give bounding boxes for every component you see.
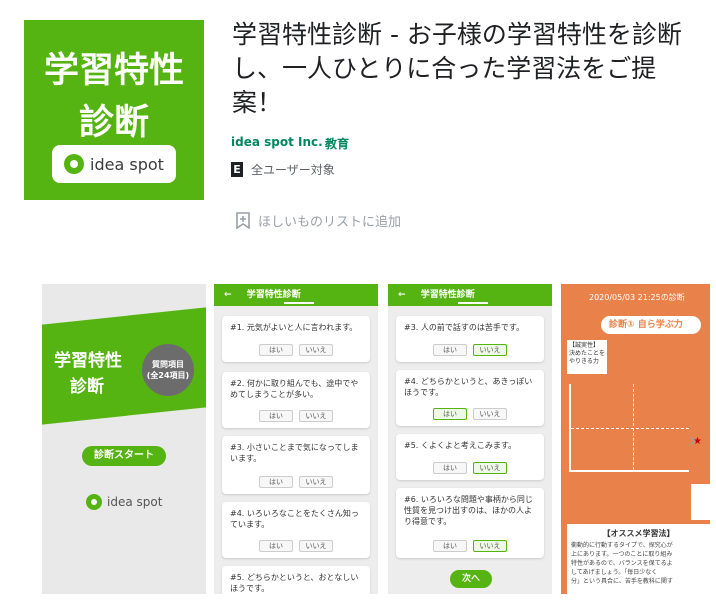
chevron-right-icon[interactable]: ›: [689, 428, 697, 452]
answer-yes: はい: [433, 540, 467, 552]
question-card: #1. 元気がよいと人に言われます。 はい いいえ: [222, 316, 370, 362]
recommended-study-title: 【オススメ学習法】: [602, 529, 675, 538]
question-text: #3. 人の前で話すのは苦手です。: [404, 323, 525, 332]
app-title: 学習特性診断 - お子様の学習特性を診断し、一人ひとりに合った学習法をご提案！: [232, 20, 682, 117]
diagnosis-date: 2020/05/03 21:25の診断: [589, 293, 685, 302]
screen-header: ← 学習特性診断: [214, 284, 378, 306]
question-card: #3. 人の前で話すのは苦手です。 はい いいえ: [396, 316, 544, 362]
answer-yes: はい: [433, 344, 467, 356]
screenshot-4[interactable]: 2020/05/03 21:25の診断 診断① 自ら学ぶ力 【誠実性】 決めたこ…: [561, 284, 710, 594]
answer-no: いいえ: [299, 540, 333, 552]
question-text: #6. いろいろな問題や事柄から同じ性質を見つけ出すのは、ほかの人より得意です。: [404, 495, 533, 526]
app-icon-title-line2: 診断: [78, 103, 149, 143]
app-icon-brand-text: idea spot: [90, 154, 164, 174]
question-card: #4. いろいろなことをたくさん知っています。 はい いいえ: [222, 502, 370, 558]
answer-no: いいえ: [473, 408, 507, 420]
idea-spot-logo-icon: [86, 494, 102, 510]
axis-label-box: 【誠実性】 決めたことを やりきる力: [567, 340, 607, 374]
question-text: #2. 何かに取り組んでも、途中でやめてしまうことが多い。: [230, 379, 359, 399]
question-card: #5. くよくよと考えこみます。 はい いいえ: [396, 434, 544, 480]
result-chart-guide-horizontal: [571, 428, 689, 429]
app-listing-page: 学習特性 診断 idea spot 学習特性診断 - お子様の学習特性を診断し、…: [0, 0, 716, 615]
next-button: 次へ: [450, 570, 492, 588]
idea-spot-logo-icon: [64, 154, 85, 174]
screenshot-2[interactable]: ← 学習特性診断 #1. 元気がよいと人に言われます。 はい いいえ #2. 何か…: [214, 284, 378, 594]
answer-yes: はい: [259, 410, 293, 422]
question-text: #4. どちらかというと、あきっぽいほうです。: [404, 377, 533, 397]
add-to-wishlist-label: ほしいものリストに追加: [258, 215, 402, 230]
answer-no: いいえ: [299, 410, 333, 422]
question-card: #2. 何かに取り組んでも、途中でやめてしまうことが多い。 はい いいえ: [222, 372, 370, 428]
question-text: #5. どちらかというと、おとなしいほうです。: [230, 573, 359, 593]
content-rating-badge-icon: E: [231, 162, 243, 177]
result-chart-guide-vertical: [633, 384, 634, 470]
question-text: #1. 元気がよいと人に言われます。: [230, 323, 358, 332]
question-count-line2: (全24項目): [146, 371, 190, 380]
diagnosis-section-pill: 診断① 自ら学ぶ力: [601, 316, 701, 334]
content-rating: E 全ユーザー対象: [231, 161, 335, 178]
question-card: #4. どちらかというと、あきっぽいほうです。 はい いいえ: [396, 370, 544, 426]
screenshot-3[interactable]: ← 学習特性診断 #3. 人の前で話すのは苦手です。 はい いいえ #4. どちら…: [388, 284, 552, 594]
developer-link[interactable]: idea spot Inc.: [231, 135, 323, 149]
question-count-line1: 質問項目: [152, 360, 184, 369]
screenshot-gallery: 学習特性 診断 質問項目 (全24項目) 診断スタート idea spot ← …: [42, 284, 710, 594]
answer-no: いいえ: [473, 344, 507, 356]
app-icon-brand-logo: idea spot: [52, 145, 176, 183]
question-text: #3. 小さいことまで気になってしまいます。: [230, 443, 359, 463]
add-to-wishlist-button[interactable]: ほしいものリストに追加: [236, 211, 401, 230]
recommended-study-text: 衝動的に行動するタイプで、探究心が 上にあります。一つのことに取り組み 特性があ…: [571, 542, 673, 585]
answer-yes: はい: [433, 462, 467, 474]
screenshot-title-line2: 診断: [70, 377, 104, 397]
question-text: #4. いろいろなことをたくさん知っています。: [230, 509, 359, 529]
screenshot-brand-logo: idea spot: [86, 494, 162, 510]
app-icon: 学習特性 診断 idea spot: [24, 20, 204, 200]
answer-yes: はい: [259, 476, 293, 488]
answer-no: いいえ: [299, 344, 333, 356]
app-icon-title-line1: 学習特性: [43, 51, 184, 91]
answer-yes: はい: [259, 344, 293, 356]
answer-no: いいえ: [473, 462, 507, 474]
recommended-study-card: 【オススメ学習法】 衝動的に行動するタイプで、探究心が 上にあります。一つのこと…: [567, 524, 710, 594]
question-card: #6. いろいろな問題や事柄から同じ性質を見つけ出すのは、ほかの人より得意です。…: [396, 488, 544, 558]
question-card: #5. どちらかというと、おとなしいほうです。: [222, 566, 370, 594]
question-card: #3. 小さいことまで気になってしまいます。 はい いいえ: [222, 436, 370, 494]
arrow-left-icon: ←: [398, 290, 406, 300]
screenshot-title-line1: 学習特性: [54, 351, 122, 371]
header-underline: [458, 302, 488, 304]
bookmark-plus-icon: [236, 212, 250, 229]
content-rating-text: 全ユーザー対象: [251, 163, 335, 177]
screen-header-title: 学習特性診断: [420, 290, 475, 300]
header-underline: [284, 302, 314, 304]
screen-header-title: 学習特性診断: [246, 290, 301, 300]
screenshot-brand-text: idea spot: [107, 495, 163, 509]
result-chart-x-axis: [569, 470, 689, 472]
side-label-box: [691, 484, 710, 520]
answer-yes: はい: [259, 540, 293, 552]
question-text: #5. くよくよと考えこみます。: [404, 441, 517, 450]
start-diagnosis-button: 診断スタート: [82, 446, 166, 466]
answer-yes: はい: [433, 408, 467, 420]
arrow-left-icon: ←: [224, 290, 232, 300]
category-link[interactable]: 教育: [325, 135, 349, 152]
screenshot-1[interactable]: 学習特性 診断 質問項目 (全24項目) 診断スタート idea spot: [42, 284, 206, 594]
answer-no: いいえ: [299, 476, 333, 488]
question-count-badge: 質問項目 (全24項目): [142, 344, 194, 396]
screen-header: ← 学習特性診断: [388, 284, 552, 306]
answer-no: いいえ: [473, 540, 507, 552]
